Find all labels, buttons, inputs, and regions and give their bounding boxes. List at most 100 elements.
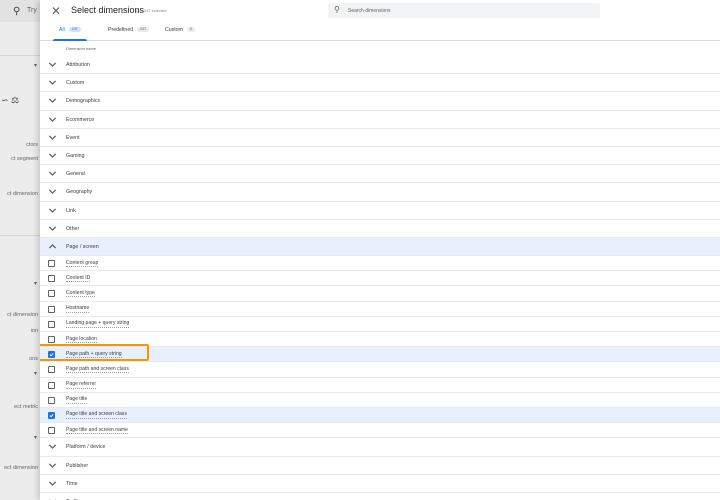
category-row[interactable]: Publisher <box>40 457 720 475</box>
background-caret-icon: ▾ <box>33 63 37 69</box>
category-label: Link <box>66 207 76 214</box>
checkbox[interactable] <box>48 305 55 313</box>
category-row[interactable]: Link <box>40 202 720 220</box>
background-text[interactable]: ct dimension <box>7 312 38 318</box>
chevron-down-icon[interactable] <box>48 78 57 87</box>
category-row[interactable]: Platform / device <box>40 438 720 457</box>
category-row[interactable]: Geography <box>40 183 720 202</box>
tab-predefined[interactable]: Predefined 247 <box>108 27 150 41</box>
category-label: Time <box>66 480 78 487</box>
chevron-down-icon[interactable] <box>48 442 57 451</box>
dimension-row[interactable]: Page path and screen class <box>40 362 720 378</box>
panel-title: Select dimensions <box>71 5 145 15</box>
category-row[interactable]: Page / screen <box>40 237 720 257</box>
checkbox[interactable] <box>48 336 55 343</box>
dimension-row[interactable]: Content ID <box>40 271 720 287</box>
category-row[interactable]: Traffic source <box>40 493 720 500</box>
dimension-label: Page referrer <box>66 381 97 389</box>
chevron-down-icon[interactable] <box>48 479 57 488</box>
background-text[interactable]: ect metric <box>14 404 38 410</box>
close-icon[interactable]: ✕ <box>49 4 63 18</box>
dimension-label: Page title <box>66 396 88 404</box>
chevron-down-icon[interactable] <box>48 169 57 178</box>
dimension-label: Page title and screen class <box>66 411 127 419</box>
background-text[interactable]: ect dimension <box>4 465 38 471</box>
chevron-up-icon[interactable] <box>48 242 57 251</box>
background-text: ons <box>29 356 38 362</box>
chevron-down-icon[interactable] <box>48 96 57 105</box>
checkbox[interactable] <box>48 260 55 268</box>
column-header: Dimension name <box>66 46 97 51</box>
checkbox-checked[interactable] <box>48 411 55 419</box>
category-label: Platform / device <box>66 444 106 451</box>
category-label: Publisher <box>66 462 89 469</box>
dimension-row[interactable]: Page title <box>40 393 720 408</box>
category-row[interactable]: Event <box>40 129 720 147</box>
tab-bar: All 247 Predefined 247 Custom 0 <box>40 22 720 41</box>
selected-count: 2 of 247 selected <box>136 8 167 13</box>
dimension-row[interactable]: Content group <box>40 256 720 272</box>
dimension-row[interactable]: Page title and screen name <box>40 423 720 439</box>
category-label: Ecommerce <box>66 116 95 123</box>
search-icon: ⚲ <box>334 5 340 14</box>
dimension-label: Hostname <box>66 305 90 313</box>
category-label: Event <box>66 134 80 141</box>
tab-label: Custom <box>165 27 183 33</box>
dimension-row[interactable]: Page path + query string <box>40 347 720 363</box>
background-text[interactable]: ct segment <box>11 156 38 162</box>
category-row[interactable]: Custom <box>40 74 720 93</box>
category-label: Page / screen <box>66 243 99 250</box>
chevron-down-icon[interactable] <box>48 151 57 160</box>
chevron-down-icon[interactable] <box>48 187 57 196</box>
dimension-row[interactable]: Page location <box>40 332 720 348</box>
category-label: Other <box>66 225 80 232</box>
dimension-row[interactable]: Content type <box>40 286 720 302</box>
chevron-down-icon[interactable] <box>48 133 57 142</box>
dimension-label: Content type <box>66 289 95 298</box>
chevron-down-icon[interactable] <box>48 115 57 124</box>
dimension-row[interactable]: Landing page + query string <box>40 317 720 332</box>
panel-header: ✕ Select dimensions 2 of 247 selected ⚲ <box>40 0 720 22</box>
checkbox[interactable] <box>48 366 55 374</box>
checkbox[interactable] <box>48 381 55 389</box>
background-chart-icons: ∽ ⚖ <box>1 95 20 105</box>
category-row[interactable]: Time <box>40 475 720 493</box>
category-row[interactable]: Attribution <box>40 56 720 75</box>
category-label: Geography <box>66 189 93 196</box>
dimension-row[interactable]: Hostname <box>40 302 720 317</box>
checkbox[interactable] <box>48 290 55 298</box>
dimension-row[interactable]: Page title and screen class <box>40 407 720 424</box>
checkbox-checked[interactable] <box>48 351 55 359</box>
chevron-down-icon[interactable] <box>48 224 57 233</box>
dimension-row[interactable]: Page referrer <box>40 378 720 393</box>
chevron-down-icon[interactable] <box>48 60 57 69</box>
search-box[interactable]: ⚲ <box>328 3 600 18</box>
select-dimensions-panel: ✕ Select dimensions 2 of 247 selected ⚲ … <box>40 0 720 500</box>
search-input[interactable] <box>348 5 588 16</box>
background-app: ⚲ Try ▾ ∽ ⚖ ctors ct segment ct dimensio… <box>0 0 40 500</box>
background-search-icon[interactable]: ⚲ <box>13 6 20 17</box>
category-row[interactable]: Other <box>40 220 720 238</box>
dimension-label: Page title and screen name <box>66 426 129 435</box>
tab-label: All <box>59 27 65 33</box>
background-text: ctors <box>26 142 38 148</box>
dimension-label: Landing page + query string <box>66 320 130 328</box>
dimension-label: Page location <box>66 335 97 343</box>
chevron-down-icon[interactable] <box>48 461 57 470</box>
background-caret-icon: ▾ <box>33 435 37 441</box>
category-label: Custom <box>66 80 85 87</box>
checkbox[interactable] <box>48 320 55 328</box>
chevron-down-icon[interactable] <box>48 206 57 215</box>
background-text[interactable]: ct dimension <box>7 191 38 197</box>
category-row[interactable]: General <box>40 165 720 184</box>
dimension-label: Page path and screen class <box>66 365 129 374</box>
checkbox[interactable] <box>48 427 55 435</box>
tab-all[interactable]: All 247 <box>53 27 87 41</box>
background-text: ion <box>30 328 38 334</box>
category-row[interactable]: Ecommerce <box>40 111 720 129</box>
checkbox[interactable] <box>48 275 55 283</box>
checkbox[interactable] <box>48 396 55 404</box>
category-row[interactable]: Gaming <box>40 147 720 166</box>
category-row[interactable]: Demographics <box>40 92 720 111</box>
tab-custom[interactable]: Custom 0 <box>165 27 195 41</box>
